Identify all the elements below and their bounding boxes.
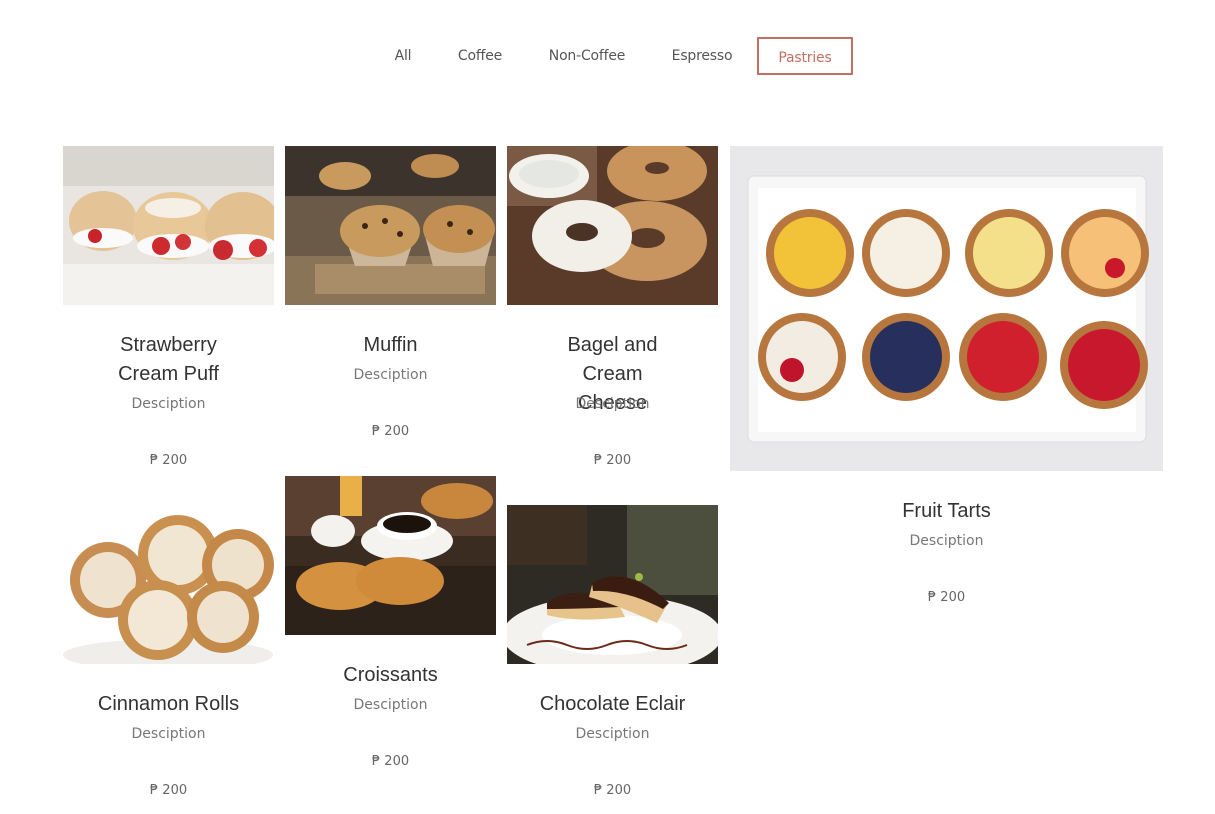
product-card-croissants[interactable]: Croissants Desciption ₱ 200 (285, 476, 496, 781)
product-description: Desciption (353, 697, 428, 713)
product-price: ₱ 200 (593, 453, 632, 468)
product-title: Strawberry Cream Puff (118, 334, 219, 385)
strawberry-cream-puff-image (63, 146, 274, 305)
product-card-strawberry-cream-puff[interactable]: Strawberry Cream Puff Desciption ₱ 200 (63, 146, 274, 476)
product-card-chocolate-eclair[interactable]: Chocolate Eclair Desciption ₱ 200 (507, 505, 718, 810)
product-price: ₱ 200 (149, 453, 188, 468)
product-price: ₱ 200 (371, 424, 410, 439)
product-card-bagel-and-cream-cheese[interactable]: Bagel and Cream Cheese Desciption ₱ 200 (507, 146, 718, 476)
category-filter-bar: All Coffee Non-Coffee Espresso Pastries (0, 37, 1215, 75)
filter-pastries[interactable]: Pastries (757, 37, 853, 75)
product-description: Desciption (575, 396, 650, 412)
product-card-cinnamon-rolls[interactable]: Cinnamon Rolls Desciption ₱ 200 (63, 505, 274, 810)
product-price: ₱ 200 (927, 590, 966, 605)
product-title: Fruit Tarts (902, 500, 991, 522)
product-title: Croissants (343, 664, 438, 686)
product-title: Cinnamon Rolls (97, 693, 240, 715)
filter-espresso[interactable]: Espresso (660, 37, 744, 75)
product-card-muffin[interactable]: Muffin Desciption ₱ 200 (285, 146, 496, 456)
bagel-image (507, 146, 718, 305)
product-price: ₱ 200 (371, 754, 410, 769)
filter-non-coffee[interactable]: Non-Coffee (536, 37, 638, 75)
product-description: Desciption (131, 396, 206, 412)
muffin-image (285, 146, 496, 305)
product-price: ₱ 200 (149, 783, 188, 798)
product-price: ₱ 200 (593, 783, 632, 798)
croissants-image (285, 476, 496, 635)
product-title: Chocolate Eclair (539, 693, 686, 715)
product-title: Muffin (363, 334, 418, 356)
product-description: Desciption (909, 533, 984, 549)
filter-all[interactable]: All (380, 37, 426, 75)
filter-coffee[interactable]: Coffee (446, 37, 514, 75)
cinnamon-rolls-image (63, 505, 274, 664)
chocolate-eclair-image (507, 505, 718, 664)
product-card-fruit-tarts[interactable]: Fruit Tarts Desciption ₱ 200 (730, 146, 1163, 616)
product-description: Desciption (131, 726, 206, 742)
product-description: Desciption (353, 367, 428, 383)
fruit-tarts-image (730, 146, 1163, 471)
product-description: Desciption (575, 726, 650, 742)
